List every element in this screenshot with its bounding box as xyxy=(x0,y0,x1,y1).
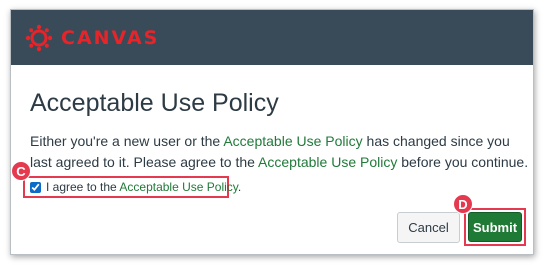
submit-highlight: Submit xyxy=(464,208,526,246)
annotation-marker-c: C xyxy=(11,161,31,181)
agree-label-suffix: . xyxy=(237,180,242,194)
policy-link-2[interactable]: Acceptable Use Policy xyxy=(258,154,397,170)
agree-policy-link[interactable]: Acceptable Use Policy xyxy=(119,180,238,194)
agree-label-prefix: I agree to the xyxy=(46,180,120,194)
cancel-button[interactable]: Cancel xyxy=(397,212,460,243)
message-text-3: before you continue. xyxy=(397,154,529,170)
message-text-1: Either you're a new user or the xyxy=(30,133,224,149)
logo-wordmark: CANVAS xyxy=(61,27,160,49)
canvas-logo-icon xyxy=(25,24,53,52)
header-bar: CANVAS xyxy=(11,10,533,65)
page-title: Acceptable Use Policy xyxy=(30,89,279,117)
policy-message: Either you're a new user or the Acceptab… xyxy=(30,131,530,173)
policy-dialog: CANVAS Acceptable Use Policy Either you'… xyxy=(10,9,534,255)
agree-checkbox-row[interactable]: I agree to the Acceptable Use Policy. xyxy=(23,176,241,198)
submit-button[interactable]: Submit xyxy=(468,212,522,242)
agree-label[interactable]: I agree to the Acceptable Use Policy. xyxy=(46,180,241,194)
policy-link-1[interactable]: Acceptable Use Policy xyxy=(223,133,362,149)
canvas-logo: CANVAS xyxy=(25,24,159,52)
agree-checkbox[interactable] xyxy=(30,181,41,193)
annotation-marker-d: D xyxy=(453,194,473,214)
